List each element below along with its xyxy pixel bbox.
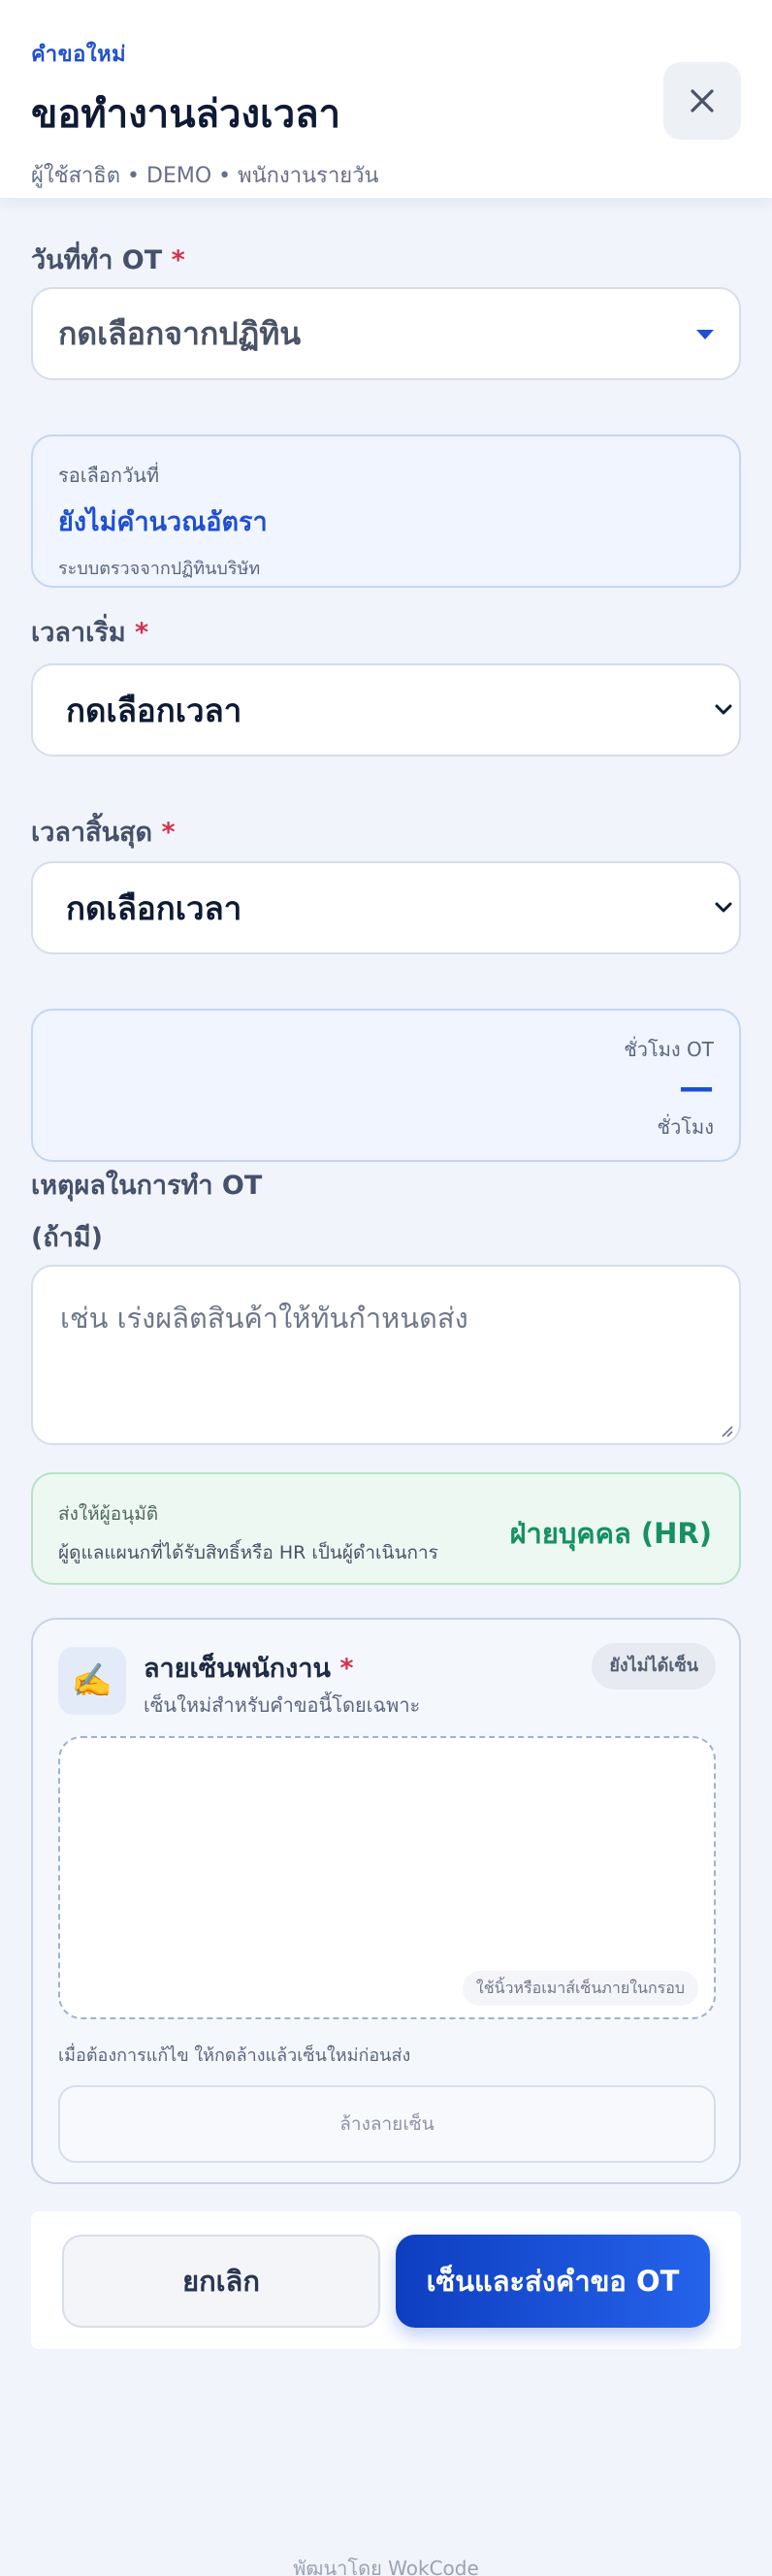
start-time-value: กดเลือกเวลา [66,691,242,729]
required-mark: * [161,818,176,848]
start-time-label: เวลาเริ่ม * [31,611,148,653]
signature-status-badge: ยังไม่ได้เซ็น [592,1643,716,1690]
developer-credit: พัฒนาโดย WokCode [293,2557,479,2576]
end-time-select[interactable]: กดเลือกเวลา [31,861,741,954]
rate-status: รอเลือกวันที่ [58,464,160,487]
signature-subtitle: เซ็นใหม่สำหรับคำขอนี้โดยเฉพาะ [144,1693,421,1717]
ot-hours-label: ชั่วโมง OT [624,1038,714,1061]
reason-textarea[interactable]: เช่น เร่งผลิตสินค้าให้ทันกำหนดส่ง [31,1265,741,1445]
signature-pad-hint: ใช้นิ้วหรือเมาส์เซ็นภายในกรอบ [462,1971,698,2006]
clear-signature-button[interactable]: ล้างลายเซ็น [58,2085,716,2163]
caret-down-icon [696,330,714,339]
required-mark: * [339,1654,354,1684]
writing-hand-icon: ✍️ [58,1647,126,1715]
end-time-label: เวลาสิ้นสุด * [31,811,176,853]
required-mark: * [171,245,185,275]
date-picker[interactable]: กดเลือกจากปฏิทิน [31,287,741,380]
ot-hours-value: — [679,1068,714,1108]
resize-handle-icon[interactable] [718,1422,733,1437]
signature-pad[interactable]: ใช้นิ้วหรือเมาส์เซ็นภายในกรอบ [58,1736,716,2019]
submit-ot-button[interactable]: เซ็นและส่งคำขอ OT [396,2235,710,2328]
date-label-text: วันที่ทำ OT [31,245,163,275]
header-eyebrow: คำขอใหม่ [31,43,127,67]
approver-card: ส่งให้ผู้อนุมัติ ผู้ดูแลแผนกที่ได้รับสิท… [31,1472,741,1585]
start-time-select[interactable]: กดเลือกเวลา [31,663,741,757]
reason-placeholder: เช่น เร่งผลิตสินค้าให้ทันกำหนดส่ง [60,1302,468,1335]
signature-card: ✍️ ลายเซ็นพนักงาน * เซ็นใหม่สำหรับคำขอนี… [31,1618,741,2184]
ot-hours-card: ชั่วโมง OT — ชั่วโมง [31,1009,741,1162]
page-header: คำขอใหม่ ขอทำงานล่วงเวลา ผู้ใช้สาธิต • D… [0,0,772,198]
cancel-button[interactable]: ยกเลิก [62,2235,380,2328]
reason-label: เหตุผลในการทำ OT [31,1171,263,1201]
rate-note: ระบบตรวจจากปฏิทินบริษัท [58,559,261,579]
start-time-label-text: เวลาเริ่ม [31,618,126,648]
rate-headline: ยังไม่คำนวณอัตรา [58,507,268,537]
action-bar: ยกเลิก เซ็นและส่งคำขอ OT [31,2211,741,2349]
date-picker-value: กดเลือกจากปฏิทิน [58,314,302,352]
approver-value: ฝ่ายบุคคล (HR) [509,1517,712,1550]
signature-title-text: ลายเซ็นพนักงาน [144,1654,331,1684]
end-time-value: กดเลือกเวลา [66,888,242,927]
chevron-down-icon [715,902,732,913]
ot-hours-unit: ชั่วโมง [657,1115,715,1139]
end-time-label-text: เวลาสิ้นสุด [31,818,153,848]
close-button[interactable] [663,62,741,140]
signature-title: ลายเซ็นพนักงาน * [144,1647,353,1689]
page-title: ขอทำงานล่วงเวลา [31,92,341,137]
close-icon [691,89,714,113]
signature-note: เมื่อต้องการแก้ไข ให้กดล้างแล้วเซ็นใหม่ก… [58,2045,411,2066]
date-label: วันที่ทำ OT * [31,239,185,280]
rate-card: รอเลือกวันที่ ยังไม่คำนวณอัตรา ระบบตรวจจ… [31,435,741,588]
required-mark: * [135,618,149,648]
header-subtitle: ผู้ใช้สาธิต • DEMO • พนักงานรายวัน [31,164,379,188]
chevron-down-icon [715,704,732,715]
reason-label-optional: (ถ้ามี) [31,1223,103,1253]
